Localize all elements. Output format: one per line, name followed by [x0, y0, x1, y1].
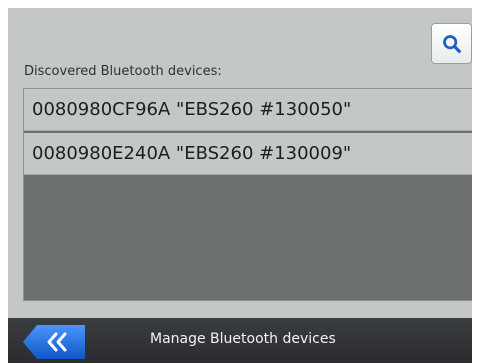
device-item-2[interactable]: 0080980E240A "EBS260 #130009" — [24, 133, 472, 175]
page-title: Manage Bluetooth devices — [150, 331, 336, 347]
back-button[interactable] — [23, 325, 85, 359]
discovered-devices-label: Discovered Bluetooth devices: — [24, 64, 222, 79]
device-item-1[interactable]: 0080980CF96A "EBS260 #130050" — [24, 89, 472, 131]
bluetooth-screen: Discovered Bluetooth devices: 0080980CF9… — [8, 8, 472, 363]
double-chevron-left-icon — [23, 325, 85, 359]
search-button[interactable] — [431, 23, 472, 64]
device-list[interactable]: 0080980CF96A "EBS260 #130050" 0080980E24… — [23, 88, 472, 301]
search-icon — [442, 34, 461, 53]
footer-bar: Manage Bluetooth devices — [8, 318, 472, 363]
